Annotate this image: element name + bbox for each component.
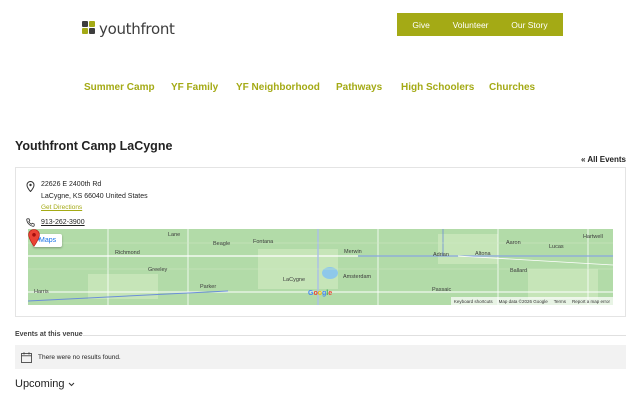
top-nav-our-story[interactable]: Our Story — [511, 20, 547, 30]
map-label-passaic: Passaic — [432, 287, 452, 293]
map-footer: Keyboard shortcuts Map data ©2026 Google… — [450, 297, 613, 305]
phone-link[interactable]: 913-262-3900 — [41, 219, 85, 226]
calendar-icon — [21, 351, 32, 363]
top-nav: Give Volunteer Our Story — [397, 13, 563, 36]
location-pin-icon — [26, 181, 35, 192]
upcoming-dropdown[interactable]: Upcoming — [15, 378, 75, 390]
events-divider — [83, 335, 626, 336]
map-label-ballard: Ballard — [510, 268, 528, 274]
all-events-link[interactable]: « All Events — [581, 155, 626, 164]
top-nav-volunteer[interactable]: Volunteer — [453, 20, 489, 30]
main-nav-summer-camp[interactable]: Summer Camp — [84, 82, 155, 93]
map-label-harris: Harris — [34, 289, 49, 295]
map-label-hartwell: Hartwell — [583, 234, 603, 240]
main-nav-churches[interactable]: Churches — [489, 82, 535, 93]
main-nav-pathways[interactable]: Pathways — [336, 82, 382, 93]
logo-mark-icon — [82, 21, 96, 37]
main-nav-yf-family[interactable]: YF Family — [171, 82, 218, 93]
report-map-error-link[interactable]: Report a map error — [572, 299, 610, 304]
venue-details-card: 22626 E 2400th Rd LaCygne, KS 66040 Unit… — [15, 167, 626, 317]
chevron-down-icon — [68, 382, 74, 386]
maps-button-label: Maps — [39, 237, 57, 244]
no-results-text: There were no results found. — [38, 353, 121, 361]
address-line-1: 22626 E 2400th Rd — [41, 181, 102, 188]
no-results-notice: There were no results found. — [15, 345, 626, 369]
venue-map[interactable]: Maps Lane Beagle Fontana Richmond Greele… — [28, 229, 613, 305]
map-label-richmond: Richmond — [115, 250, 140, 256]
map-label-lane: Lane — [168, 232, 181, 238]
address-line-2: LaCygne, KS 66040 United States — [41, 193, 148, 200]
map-data-attribution: Map data ©2026 Google — [498, 298, 548, 304]
phone-icon — [26, 218, 35, 227]
map-label-fontana: Fontana — [253, 239, 274, 245]
map-label-lacygne: LaCygne — [283, 277, 306, 283]
youthfront-logo[interactable]: youthfront — [82, 20, 175, 38]
logo-text: youthfront — [99, 20, 175, 38]
upcoming-label: Upcoming — [15, 378, 65, 390]
get-directions-link[interactable]: Get Directions — [41, 204, 82, 211]
events-at-venue-heading: Events at this venue — [15, 331, 83, 338]
terms-link[interactable]: Terms — [554, 299, 566, 304]
map-label-merwin: Merwin — [344, 249, 362, 255]
top-nav-give[interactable]: Give — [412, 20, 429, 30]
main-nav-high-schoolers[interactable]: High Schoolers — [401, 82, 474, 93]
venue-title: Youthfront Camp LaCygne — [15, 139, 173, 153]
map-label-aaron: Aaron — [506, 240, 521, 246]
map-label-adrian: Adrian — [433, 252, 449, 258]
map-label-parker: Parker — [200, 284, 217, 290]
map-label-altona: Altona — [475, 251, 491, 257]
map-marker-icon[interactable] — [28, 229, 40, 247]
map-label-greeley: Greeley — [148, 267, 168, 273]
main-nav: Summer Camp YF Family YF Neighborhood Pa… — [0, 82, 640, 96]
map-label-amsterdam: Amsterdam — [343, 274, 372, 280]
main-nav-yf-neighborhood[interactable]: YF Neighborhood — [236, 82, 320, 93]
map-label-beagle: Beagle — [213, 241, 231, 247]
keyboard-shortcuts-link[interactable]: Keyboard shortcuts — [454, 299, 493, 304]
google-logo: Google — [308, 290, 333, 297]
map-label-lucas: Lucas — [549, 244, 564, 250]
